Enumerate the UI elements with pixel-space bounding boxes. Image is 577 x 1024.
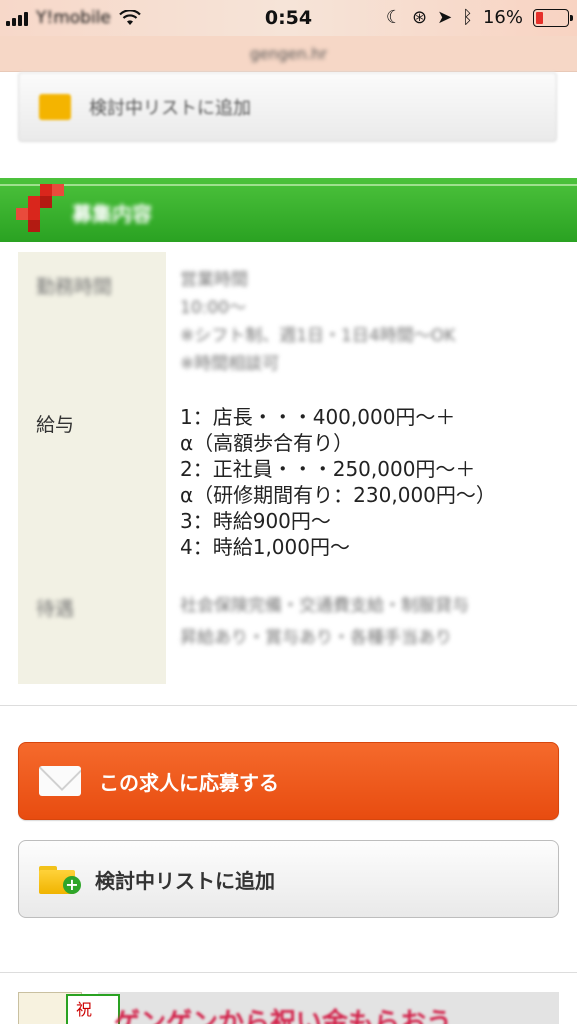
- row-value: 社会保険完備・交通費支給・制服貸与 昇給あり・賞与あり・各種手当あり: [180, 596, 469, 648]
- row-label: 勤務時間: [36, 276, 113, 298]
- row-value: 1：店長・・・400,000円〜＋ α（高額歩合有り） 2：正社員・・・250,…: [180, 405, 496, 559]
- address-bar[interactable]: gengen.hr: [0, 36, 577, 72]
- bluetooth-icon: ᛒ: [462, 7, 473, 28]
- battery-icon: [533, 8, 573, 27]
- location-icon: ➤: [437, 7, 453, 28]
- url-text: gengen.hr: [250, 44, 327, 63]
- moon-icon: ☾: [385, 7, 402, 28]
- top-add-label: 検討中リストに追加: [89, 98, 251, 119]
- folder-icon: [39, 94, 71, 120]
- apply-button[interactable]: この求人に応募する: [18, 742, 559, 820]
- promo-banner[interactable]: 祝 ゲンゲンから祝い金もらおう: [18, 992, 559, 1024]
- row-value: 営業時間 10:00〜 ※シフト制、週1日・1日4時間〜OK ※時間相談可: [180, 270, 456, 374]
- folder-add-icon: +: [39, 864, 81, 894]
- divider: [0, 705, 577, 706]
- section-title: 募集内容: [72, 202, 152, 226]
- logo-icon: [16, 184, 64, 232]
- top-add-to-list-button[interactable]: 検討中リストに追加: [18, 72, 557, 142]
- status-bar: Y!mobile 0:54 ☾ ⊛ ➤ ᛒ 16%: [0, 0, 577, 36]
- add-to-list-button[interactable]: + 検討中リストに追加: [18, 840, 559, 918]
- section-header: 募集内容: [0, 178, 577, 242]
- job-detail-table: 勤務時間 営業時間 10:00〜 ※シフト制、週1日・1日4時間〜OK ※時間相…: [18, 252, 557, 684]
- banner-text: ゲンゲンから祝い金もらおう: [114, 1008, 453, 1024]
- rotation-lock-icon: ⊛: [411, 7, 428, 28]
- battery-percent: 16%: [482, 7, 523, 28]
- row-label: 待遇: [36, 598, 75, 620]
- envelope-icon: [39, 766, 81, 796]
- add-to-list-label: 検討中リストに追加: [95, 868, 275, 893]
- apply-label: この求人に応募する: [99, 770, 279, 795]
- row-label: 給与: [36, 414, 75, 436]
- divider: [0, 972, 577, 973]
- celebration-badge: 祝: [66, 994, 120, 1024]
